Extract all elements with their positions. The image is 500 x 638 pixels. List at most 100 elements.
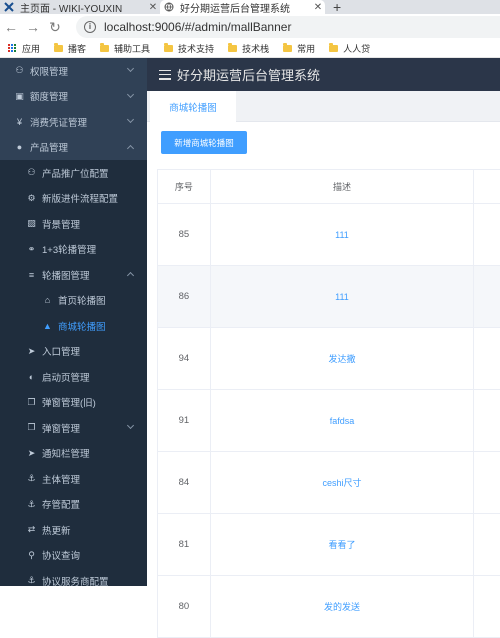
row-desc: ceshi尺寸 [211,452,475,513]
table-row[interactable]: 85 111 [158,204,500,266]
x-logo-icon [4,2,14,12]
image-icon: ▨ [27,218,36,229]
bookmark-apps[interactable]: 应用 [8,42,40,55]
bookmark-folder[interactable]: 常用 [283,42,315,55]
sidebar-item-permission[interactable]: ⚇ 权限管理 [0,58,147,84]
browser-tab-admin[interactable]: 好分期运营后台管理系统 ✕ [160,0,325,15]
sidebar-item-home-banner[interactable]: ⌂ 首页轮播图 [0,287,147,313]
sidebar-item-launch[interactable]: ◐ 启动页管理 [0,364,147,390]
sidebar-item-notice[interactable]: ➤ 通知栏管理 [0,440,147,466]
sidebar-item-promo-slot[interactable]: ⚇ 产品推广位配置 [0,160,147,186]
sidebar-item-apply-flow[interactable]: ⚙ 新版进件流程配置 [0,185,147,211]
browser-tab-strip: 主页面 - WIKI-YOUXIN ✕ 好分期运营后台管理系统 ✕ + [0,0,500,15]
sidebar-item-entry[interactable]: ➤ 入口管理 [0,338,147,364]
main-content: 新增商城轮播图 序号 描述 85 111 86 111 94 发达撒 91 fa… [147,122,500,638]
add-mall-banner-button[interactable]: 新增商城轮播图 [161,131,247,154]
folder-icon [283,43,293,52]
globe-icon [164,2,174,12]
bookmark-folder[interactable]: 技术栈 [228,42,269,55]
hamburger-icon[interactable] [159,69,171,80]
row-desc: 111 [211,204,475,265]
money-icon: ▣ [15,90,24,101]
folder-icon [329,43,339,52]
row-no: 94 [158,328,211,389]
forward-icon[interactable]: → [22,16,44,38]
exchange-icon: ⇄ [27,524,36,535]
row-desc: 发的发送 [211,576,475,637]
browser-tab-wiki[interactable]: 主页面 - WIKI-YOUXIN ✕ [0,0,160,15]
folder-icon [228,43,238,52]
row-no: 84 [158,452,211,513]
chevron-down-icon [126,115,135,124]
tab-mall-banner[interactable]: 商城轮播图 [150,91,236,122]
sliders-icon: ≡ [28,269,35,280]
gear-icon: ⚙ [27,192,36,203]
info-icon[interactable]: i [84,21,96,33]
sitemap-icon: ⚇ [15,65,24,76]
sidebar-item-custody[interactable]: ⚓ 存管配置 [0,491,147,517]
close-icon[interactable]: ✕ [311,2,325,13]
clone-icon: ❐ [27,422,36,433]
sidebar-item-protocol-query[interactable]: ⚲ 协议查询 [0,542,147,568]
back-icon[interactable]: ← [0,16,22,38]
sidebar-item-popup-old[interactable]: ❐ 弹窗管理(旧) [0,389,147,415]
new-tab-icon[interactable]: + [333,0,341,15]
table-row[interactable]: 80 发的发送 [158,576,500,638]
row-more [474,452,500,513]
column-header-more [474,170,500,203]
sidebar-item-background[interactable]: ▨ 背景管理 [0,211,147,237]
sidebar-item-quota[interactable]: ▣ 额度管理 [0,84,147,110]
chevron-up-icon [126,271,135,280]
bookmark-folder[interactable]: 人人贷 [329,42,370,55]
sidebar: ⚇ 权限管理 ▣ 额度管理 ¥ 消费凭证管理 ● 产品管理 ⚇ 产品推广位配置 ⚙ 新版进件… [0,58,147,586]
bookmark-folder[interactable]: 辅助工具 [100,42,150,55]
sidebar-item-voucher[interactable]: ¥ 消费凭证管理 [0,109,147,135]
sidebar-item-product[interactable]: ● 产品管理 [0,135,147,161]
table-body: 85 111 86 111 94 发达撒 91 fafdsa 84 ceshi尺… [158,204,500,638]
row-no: 80 [158,576,211,637]
row-more [474,204,500,265]
column-header-desc: 描述 [211,170,475,203]
sidebar-item-protocol-provider[interactable]: ⚓ 协议服务商配置 [0,568,147,586]
sidebar-item-carousel[interactable]: ≡ 轮播图管理 [0,262,147,288]
chevron-down-icon [126,421,135,430]
sitemap-icon: ⚇ [27,167,36,178]
close-icon[interactable]: ✕ [146,2,160,13]
bookmark-folder[interactable]: 播客 [54,42,86,55]
bank-icon: ▲ [43,320,52,331]
row-more [474,266,500,327]
table-row[interactable]: 86 111 [158,266,500,328]
chevron-up-icon [126,144,135,152]
search-icon: ⚲ [28,549,35,560]
table-row[interactable]: 84 ceshi尺寸 [158,452,500,514]
table-row[interactable]: 81 看看了 [158,514,500,576]
sidebar-item-entity[interactable]: ⚓ 主体管理 [0,466,147,492]
row-desc: fafdsa [211,390,475,451]
anchor-icon: ⚓ [27,575,36,586]
browser-toolbar: ← → ↻ i localhost:9006/#/admin/mallBanne… [0,14,500,40]
anchor-icon: ⚓ [27,473,36,484]
row-no: 91 [158,390,211,451]
row-no: 85 [158,204,211,265]
row-desc: 111 [211,266,475,327]
banner-table: 序号 描述 85 111 86 111 94 发达撒 91 fafdsa 84 … [157,169,500,638]
apps-icon [8,44,17,53]
tab-title: 主页面 - WIKI-YOUXIN [20,3,123,15]
row-more [474,390,500,451]
url-text: localhost:9006/#/admin/mallBanner [104,20,292,34]
sidebar-item-carousel-1-3[interactable]: ⚭ 1+3轮播管理 [0,236,147,262]
bookmark-folder[interactable]: 技术支持 [164,42,214,55]
sidebar-item-mall-banner[interactable]: ▲ 商城轮播图 [0,313,147,339]
table-row[interactable]: 94 发达撒 [158,328,500,390]
table-row[interactable]: 91 fafdsa [158,390,500,452]
app-header: 好分期运营后台管理系统 [147,58,500,91]
row-more [474,514,500,575]
send-icon: ➤ [27,345,36,356]
sidebar-item-popup[interactable]: ❐ 弹窗管理 [0,415,147,441]
row-desc: 看看了 [211,514,475,575]
address-bar[interactable]: i localhost:9006/#/admin/mallBanner [76,16,500,38]
row-no: 86 [158,266,211,327]
toggle-icon: ◐ [28,371,35,382]
sidebar-item-hot-update[interactable]: ⇄ 热更新 [0,517,147,543]
reload-icon[interactable]: ↻ [44,16,66,38]
